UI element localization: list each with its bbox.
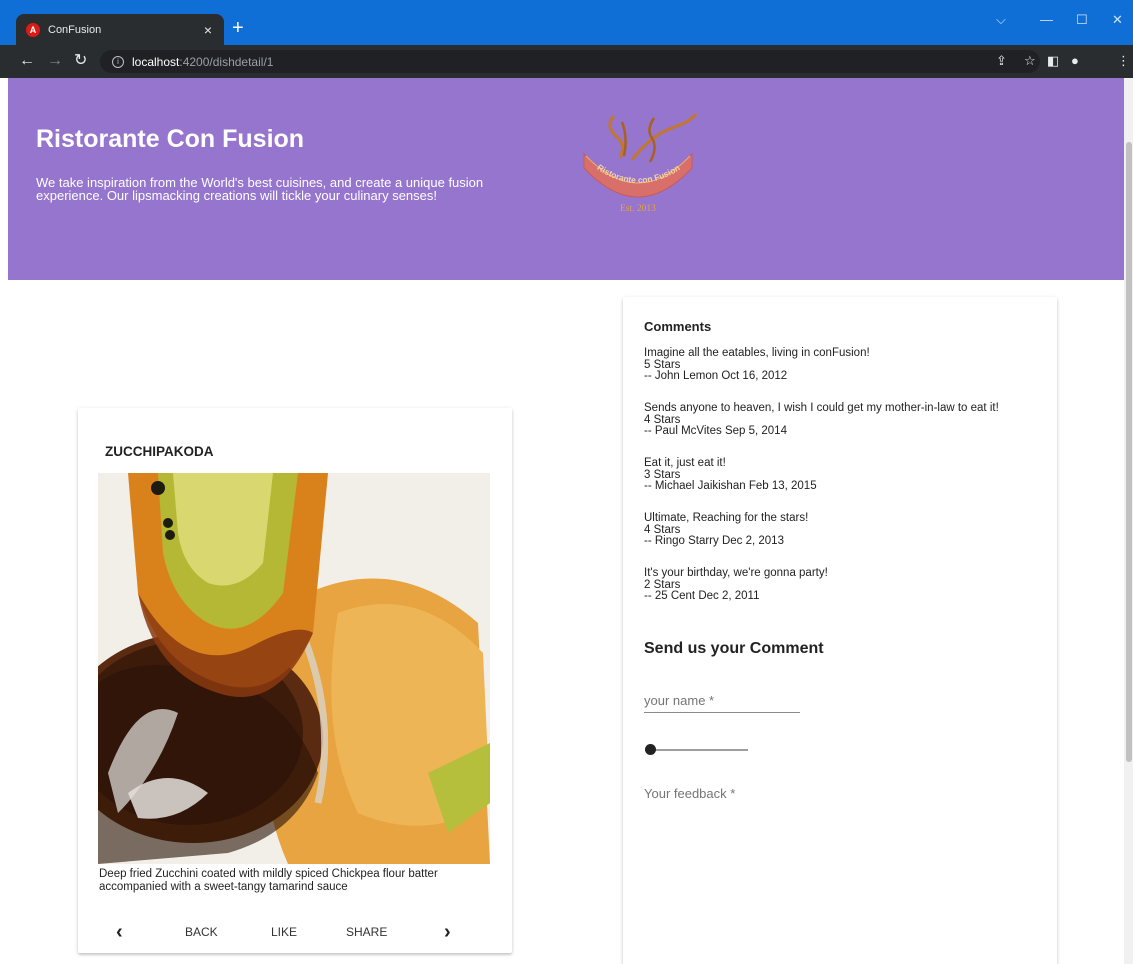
tab-title: ConFusion: [48, 23, 102, 36]
share-button[interactable]: SHARE: [346, 925, 387, 939]
side-panel-icon[interactable]: ◧: [1047, 53, 1059, 69]
browser-titlebar: A ConFusion × + ⌵ — ☐ ✕: [0, 0, 1133, 45]
restaurant-title: Ristorante Con Fusion: [36, 125, 305, 153]
dish-actions: ‹ BACK LIKE SHARE ›: [78, 921, 512, 944]
browser-tab[interactable]: A ConFusion ×: [16, 14, 224, 45]
back-arrow-icon[interactable]: ←: [19, 52, 35, 70]
page-viewport: Ristorante Con Fusion We take inspiratio…: [0, 78, 1133, 964]
profile-icon[interactable]: ●: [1071, 53, 1079, 68]
jumbotron: Ristorante Con Fusion We take inspiratio…: [8, 78, 1124, 280]
comment-text: Imagine all the eatables, living in conF…: [644, 347, 870, 359]
comment-author: -- Ringo Starry Dec 2, 2013: [644, 535, 784, 547]
comments-title: Comments: [644, 319, 712, 334]
slider-thumb[interactable]: [645, 744, 656, 755]
comment-author: -- 25 Cent Dec 2, 2011: [644, 590, 760, 602]
comment-author: -- Paul McVites Sep 5, 2014: [644, 425, 787, 437]
dish-card: ZUCCHIPAKODA Deep fried Zucchini coated …: [78, 408, 512, 953]
slider-track[interactable]: [645, 749, 748, 751]
bookmark-star-icon[interactable]: ☆: [1024, 53, 1036, 69]
dish-image: [98, 473, 490, 864]
forward-arrow-icon[interactable]: →: [47, 52, 63, 70]
chevron-right-icon[interactable]: ›: [444, 921, 451, 944]
dish-name: ZUCCHIPAKODA: [105, 444, 214, 459]
comment-form-title: Send us your Comment: [644, 640, 824, 657]
back-button[interactable]: BACK: [185, 925, 218, 939]
maximize-icon[interactable]: ☐: [1076, 12, 1088, 28]
restaurant-tagline: We take inspiration from the World's bes…: [36, 175, 484, 203]
new-tab-icon[interactable]: +: [232, 18, 244, 38]
reload-icon[interactable]: ↻: [74, 52, 87, 70]
comment-text: It's your birthday, we're gonna party!: [644, 567, 828, 579]
comment-item: Ultimate, Reaching for the stars! 4 Star…: [644, 512, 1044, 548]
minimize-icon[interactable]: —: [1040, 12, 1053, 27]
site-info-icon[interactable]: i: [112, 55, 124, 68]
comment-text: Sends anyone to heaven, I wish I could g…: [644, 402, 999, 414]
chevron-left-icon[interactable]: ‹: [116, 921, 123, 944]
comment-text: Eat it, just eat it!: [644, 457, 726, 469]
browser-toolbar: ← → ↻ i localhost :4200/dishdetail/1 ⇪ ☆…: [0, 45, 1133, 78]
share-page-icon[interactable]: ⇪: [996, 53, 1007, 69]
like-button[interactable]: LIKE: [271, 925, 297, 939]
tab-close-icon[interactable]: ×: [198, 22, 218, 38]
address-bar[interactable]: i localhost :4200/dishdetail/1: [100, 50, 1040, 73]
close-window-icon[interactable]: ✕: [1112, 12, 1123, 28]
page-scrollbar[interactable]: [1124, 78, 1133, 964]
restaurant-logo: Ristorante con Fusion Est. 2013: [583, 113, 698, 214]
feedback-textarea[interactable]: [644, 786, 1034, 846]
comment-author: -- John Lemon Oct 16, 2012: [644, 370, 788, 382]
comment-item: It's your birthday, we're gonna party! 2…: [644, 567, 1044, 603]
comment-item: Imagine all the eatables, living in conF…: [644, 347, 1044, 383]
comment-item: Eat it, just eat it! 3 Stars -- Michael …: [644, 457, 1044, 493]
tab-search-chevron-icon[interactable]: ⌵: [996, 12, 1006, 28]
menu-kebab-icon[interactable]: ⋮: [1117, 53, 1130, 69]
angular-favicon-icon: A: [26, 22, 40, 37]
url-path: :4200/dishdetail/1: [179, 54, 274, 69]
rating-slider[interactable]: [645, 744, 748, 756]
scrollbar-thumb[interactable]: [1126, 142, 1132, 762]
comment-item: Sends anyone to heaven, I wish I could g…: [644, 402, 1044, 438]
url-host: localhost: [132, 54, 180, 69]
comment-text: Ultimate, Reaching for the stars!: [644, 512, 809, 524]
comment-author: -- Michael Jaikishan Feb 13, 2015: [644, 480, 817, 492]
dish-description: Deep fried Zucchini coated with mildly s…: [99, 868, 438, 893]
comments-card: Comments Imagine all the eatables, livin…: [623, 297, 1057, 964]
name-input[interactable]: [644, 688, 800, 713]
logo-est: Est. 2013: [620, 204, 656, 214]
